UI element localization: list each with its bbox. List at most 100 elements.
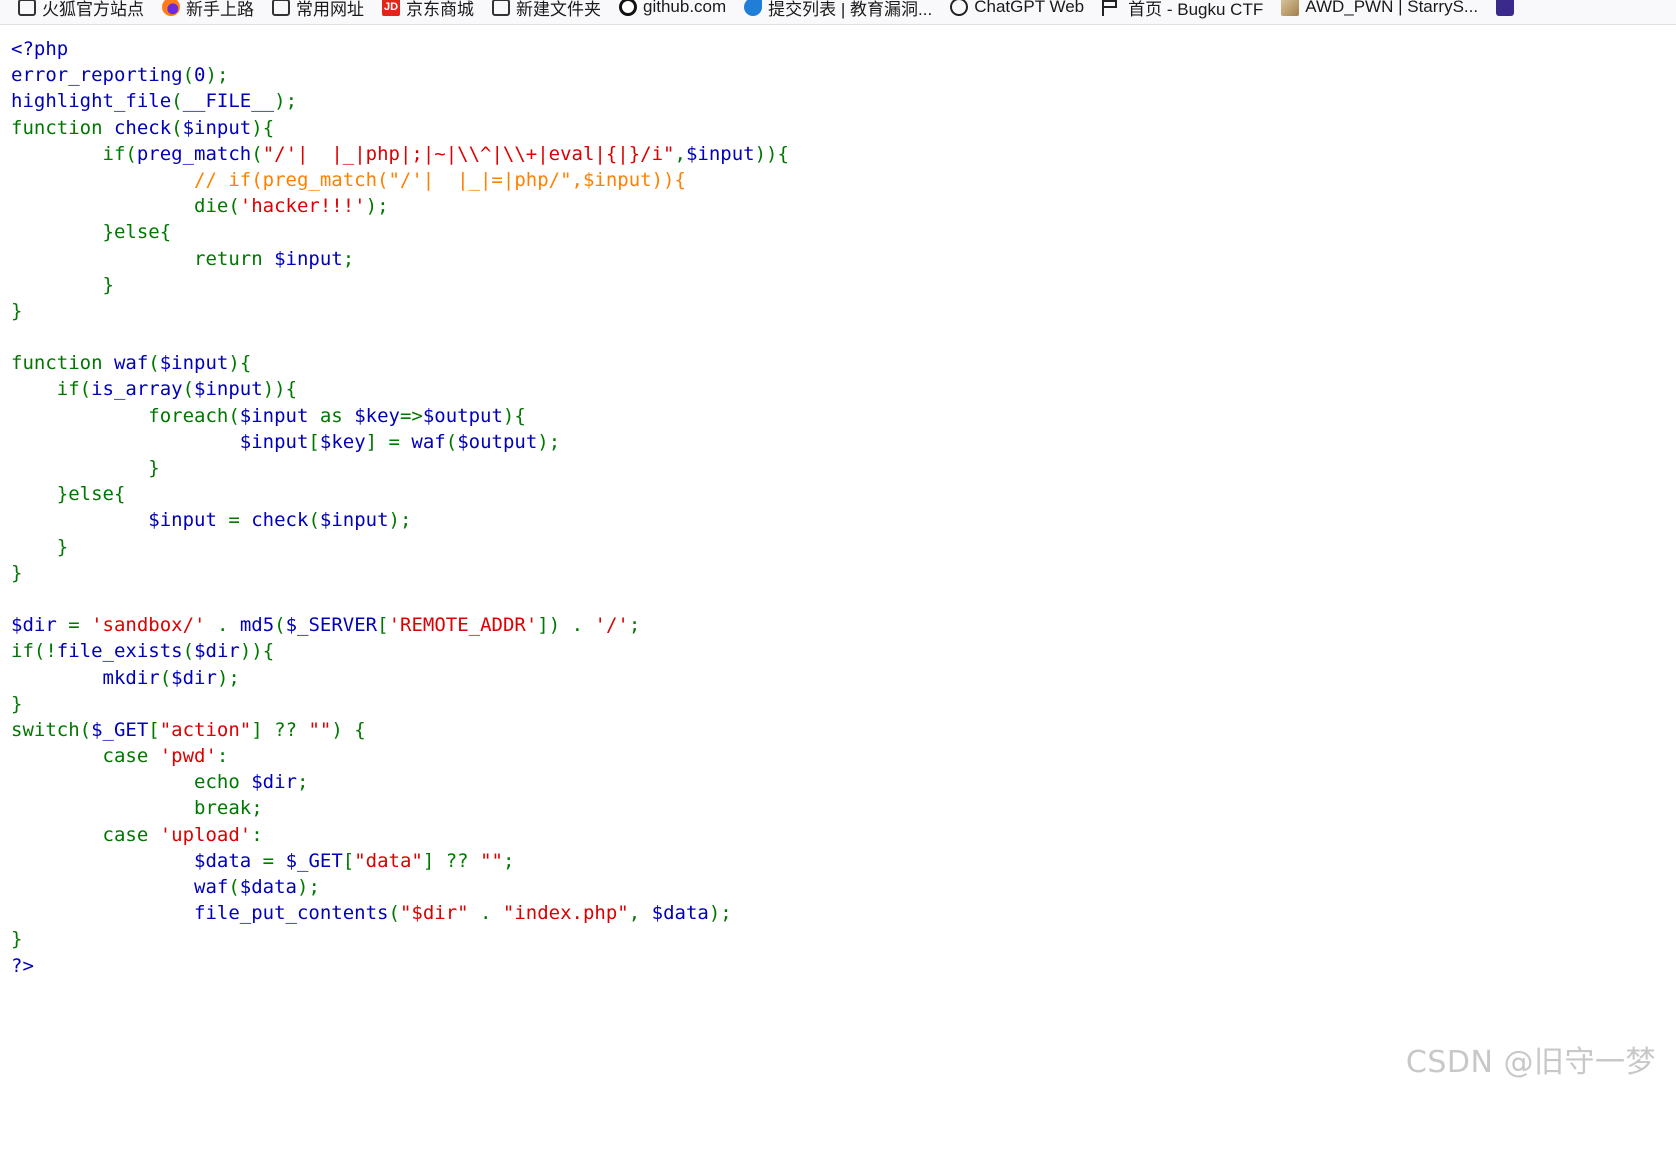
code-token: $input — [239, 404, 320, 427]
flag-icon — [1102, 0, 1122, 16]
code-token: ( — [308, 509, 320, 532]
code-line: } — [11, 560, 789, 586]
code-token: "" — [480, 849, 503, 872]
code-line: return $input; — [11, 246, 789, 272]
code-token: if( — [11, 378, 92, 401]
code-token: ( — [445, 430, 458, 453]
code-line: waf($data); — [11, 874, 789, 900]
code-token: ( — [171, 116, 183, 139]
app-icon — [1496, 0, 1515, 16]
code-line: break; — [11, 795, 789, 821]
code-token: ); — [365, 195, 389, 218]
code-token: } — [11, 561, 23, 584]
code-token: $dir — [251, 771, 297, 794]
code-line: if(preg_match("/'| |_|php|;|~|\\^|\\+|ev… — [11, 141, 789, 167]
bookmark-label: github.com — [643, 0, 727, 16]
code-token: = — [228, 509, 252, 532]
code-token: } — [11, 928, 23, 951]
bookmark-item[interactable]: JD 京东商城 — [382, 0, 474, 24]
code-token: $input — [274, 247, 343, 270]
code-token: { — [262, 640, 275, 663]
bookmark-item[interactable]: 提交列表 | 教育漏洞... — [744, 0, 932, 24]
code-token: $input — [685, 142, 755, 165]
code-token: ){ — [502, 404, 526, 427]
code-token: $key — [354, 404, 400, 427]
code-token: die( — [11, 195, 240, 218]
code-token: ) { — [331, 718, 366, 741]
code-token: $data — [11, 849, 263, 872]
code-token: switch( — [11, 718, 92, 741]
bookmark-item[interactable]: ChatGPT Web — [950, 0, 1084, 24]
code-token: file_put_contents — [11, 902, 389, 925]
code-token: ( — [182, 64, 195, 87]
bookmark-item[interactable]: 火狐官方站点 — [18, 0, 144, 24]
code-token: , — [674, 142, 686, 165]
code-token: return — [11, 247, 275, 270]
code-token: highlight_file — [11, 90, 172, 113]
code-token: 'upload' — [159, 823, 252, 846]
code-line: ?> — [11, 953, 789, 979]
bookmark-item[interactable]: 首页 - Bugku CTF — [1102, 0, 1263, 24]
code-token: $output — [422, 404, 503, 427]
code-token: ){ — [228, 352, 252, 375]
code-token: $input — [159, 352, 229, 375]
code-line: mkdir($dir); — [11, 665, 789, 691]
code-token: ( — [228, 876, 240, 898]
code-token: ] ?? — [251, 718, 309, 741]
code-token: $data — [239, 876, 297, 898]
code-token: } — [11, 457, 160, 479]
code-token: $_GET — [91, 718, 149, 741]
code-token: )) — [262, 378, 286, 401]
code-token: $output — [457, 430, 538, 453]
code-token: [ — [148, 718, 160, 741]
code-token: [ — [377, 614, 389, 637]
code-token: 'pwd' — [159, 745, 217, 768]
code-line: $input = check($input); — [11, 507, 789, 533]
chatgpt-icon — [950, 0, 969, 16]
code-token: // if(preg_match("/'| |_|=|php/",$input)… — [11, 168, 686, 191]
code-line: $dir = 'sandbox/' . md5($_SERVER['REMOTE… — [11, 612, 789, 638]
code-token: = — [68, 614, 92, 637]
code-token: $dir — [171, 666, 217, 689]
code-token: [ — [342, 849, 355, 872]
code-token: ); — [297, 876, 320, 898]
bookmark-item[interactable]: github.com — [619, 0, 726, 24]
code-token: "index.php" — [502, 902, 629, 925]
code-token: mkdir — [11, 666, 160, 689]
code-token: $input — [194, 378, 263, 401]
bookmark-label: 新手上路 — [186, 0, 254, 19]
code-token: ( — [274, 614, 286, 637]
csdn-watermark: CSDN @旧守一梦 — [1405, 1045, 1656, 1080]
bookmark-label: 新建文件夹 — [516, 0, 601, 19]
bookmark-item[interactable]: 常用网址 — [272, 0, 364, 24]
image-icon — [1281, 0, 1300, 16]
code-token: if(! — [11, 640, 57, 663]
code-token: '/' — [594, 614, 629, 637]
bird-icon — [744, 0, 763, 16]
code-token: ( — [182, 640, 195, 663]
code-line: highlight_file(__FILE__); — [11, 88, 789, 114]
code-token: ]) . — [537, 614, 595, 637]
bookmark-item[interactable]: 新建文件夹 — [492, 0, 601, 24]
code-line: }else{ — [11, 481, 789, 507]
bookmark-overflow-icon[interactable] — [1496, 0, 1520, 24]
code-token: [ — [308, 430, 320, 453]
highlighted-source-code: <?php error_reporting(0); highlight_file(_… — [11, 36, 789, 979]
code-line: if(!file_exists($dir)){ — [11, 638, 789, 664]
code-token: : — [216, 745, 229, 768]
code-token: ( — [148, 352, 160, 375]
code-token: <?php — [11, 38, 69, 60]
code-token: "" — [308, 718, 332, 741]
code-token: }else{ — [11, 483, 126, 506]
bookmark-label: AWD_PWN | StarryS... — [1305, 0, 1479, 16]
code-token: "$dir" — [399, 902, 481, 925]
code-token: ); — [708, 902, 732, 925]
jd-icon: JD — [382, 0, 400, 16]
code-token: )) — [754, 142, 778, 165]
code-token: waf — [11, 876, 229, 898]
bookmark-item[interactable]: AWD_PWN | StarryS... — [1281, 0, 1478, 24]
code-line: }else{ — [11, 219, 789, 245]
bookmark-item[interactable]: 新手上路 — [162, 0, 254, 24]
code-token: : — [251, 823, 263, 846]
